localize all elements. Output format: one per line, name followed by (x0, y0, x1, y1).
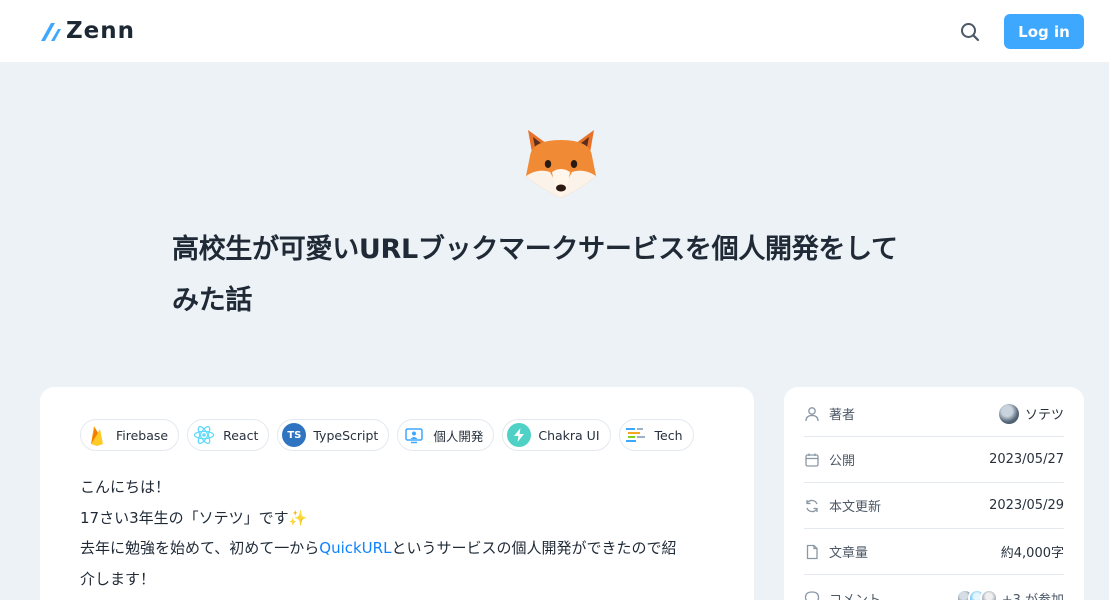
avatar (979, 589, 998, 600)
info-row-published: 公開 2023/05/27 (804, 437, 1064, 483)
tech-icon (624, 423, 648, 447)
updated-label: 本文更新 (829, 500, 882, 515)
updated-date: 2023/05/29 (989, 498, 1064, 513)
site-header: Zenn Log in (0, 0, 1109, 62)
topic-firebase[interactable]: Firebase (80, 419, 180, 451)
body-line-4: 介します！ (80, 569, 156, 588)
info-left: 本文更新 (804, 496, 881, 515)
article-body-card: Firebase React TS TypeScript 個人開発 Chakra… (40, 387, 754, 600)
title-line-1: 高校生が可愛いURLブックマークサービスを個人開発をして (172, 234, 898, 265)
topic-label: Firebase (116, 427, 169, 443)
info-row-comments: コメント +3 が参加 (804, 575, 1064, 600)
body-line-2-text: 17さい3年生の「ソテツ」です (80, 508, 289, 527)
participants-count: +3 が参加 (1001, 592, 1064, 600)
chakra-ui-icon (507, 423, 532, 447)
article-body: こんにちは！ 17さい3年生の「ソテツ」です✨ 去年に勉強を始めて、初めて一から… (80, 472, 720, 594)
info-row-author: 著者 ソテツ (804, 391, 1064, 437)
topic-label: Tech (654, 427, 683, 443)
author-link[interactable]: ソテツ (998, 403, 1064, 424)
login-button[interactable]: Log in (1004, 14, 1084, 49)
body-line-3-before: 去年に勉強を始めて、初めて一から (80, 539, 320, 557)
published-label: 公開 (829, 454, 856, 469)
info-row-updated: 本文更新 2023/05/29 (804, 483, 1064, 529)
quickurl-link[interactable]: QuickURL (319, 539, 391, 557)
author-name: ソテツ (1024, 408, 1064, 423)
personal-dev-icon (402, 423, 426, 447)
zenn-logo-icon (41, 23, 61, 41)
info-row-length: 文章量 約4,000字 (804, 529, 1064, 575)
refresh-icon (806, 499, 818, 512)
article-info-card: 著者 ソテツ 公開 2023/05/27 本文更新 2023/05/29 文章量… (784, 387, 1084, 600)
body-line-3: 去年に勉強を始めて、初めて一からQuickURLというサービスの個人開発ができた… (80, 533, 720, 564)
search-button[interactable] (957, 19, 983, 45)
topic-tech[interactable]: Tech (618, 419, 694, 451)
published-date: 2023/05/27 (989, 452, 1064, 467)
typescript-icon: TS (282, 423, 307, 447)
firebase-icon (85, 423, 109, 447)
calendar-icon (805, 453, 819, 467)
title-line-2: みた話 (172, 285, 253, 316)
topic-label: React (223, 427, 259, 443)
topic-list: Firebase React TS TypeScript 個人開発 Chakra… (80, 419, 694, 451)
topic-personal-dev[interactable]: 個人開発 (397, 419, 495, 451)
topic-typescript[interactable]: TS TypeScript (277, 419, 390, 451)
fox-face-icon (522, 126, 600, 200)
typescript-icon-text: TS (287, 429, 302, 441)
comment-participants[interactable]: +3 が参加 (955, 589, 1064, 600)
topic-label: Chakra UI (538, 427, 600, 443)
body-line-1: こんにちは！ (80, 478, 171, 496)
comment-icon (804, 591, 820, 600)
document-icon (806, 544, 818, 559)
info-left: 文章量 (804, 542, 868, 561)
topic-chakra-ui[interactable]: Chakra UI (502, 419, 611, 451)
user-icon (805, 406, 819, 421)
info-left: 著者 (804, 404, 855, 423)
search-icon (961, 23, 980, 42)
length-value: 約4,000字 (1000, 546, 1064, 561)
author-label: 著者 (829, 408, 856, 423)
topic-label: 個人開発 (433, 428, 484, 444)
length-label: 文章量 (829, 546, 869, 561)
topic-label: TypeScript (313, 427, 379, 443)
body-line-3-after: というサービスの個人開発ができたので紹 (391, 539, 677, 557)
info-left: コメント (804, 589, 881, 600)
body-line-2: 17さい3年生の「ソテツ」です✨ (80, 503, 720, 534)
react-icon (192, 423, 216, 447)
avatar (998, 403, 1019, 424)
topic-react[interactable]: React (187, 419, 270, 451)
logo-text: Zenn (66, 18, 136, 44)
zenn-logo[interactable]: Zenn (40, 18, 135, 44)
participant-avatars (955, 589, 998, 600)
article-title: 高校生が可愛いURLブックマークサービスを個人開発をして みた話 (172, 224, 962, 326)
info-left: 公開 (804, 450, 855, 469)
sparkles-icon: ✨ (288, 508, 308, 527)
comments-label: コメント (829, 592, 882, 600)
